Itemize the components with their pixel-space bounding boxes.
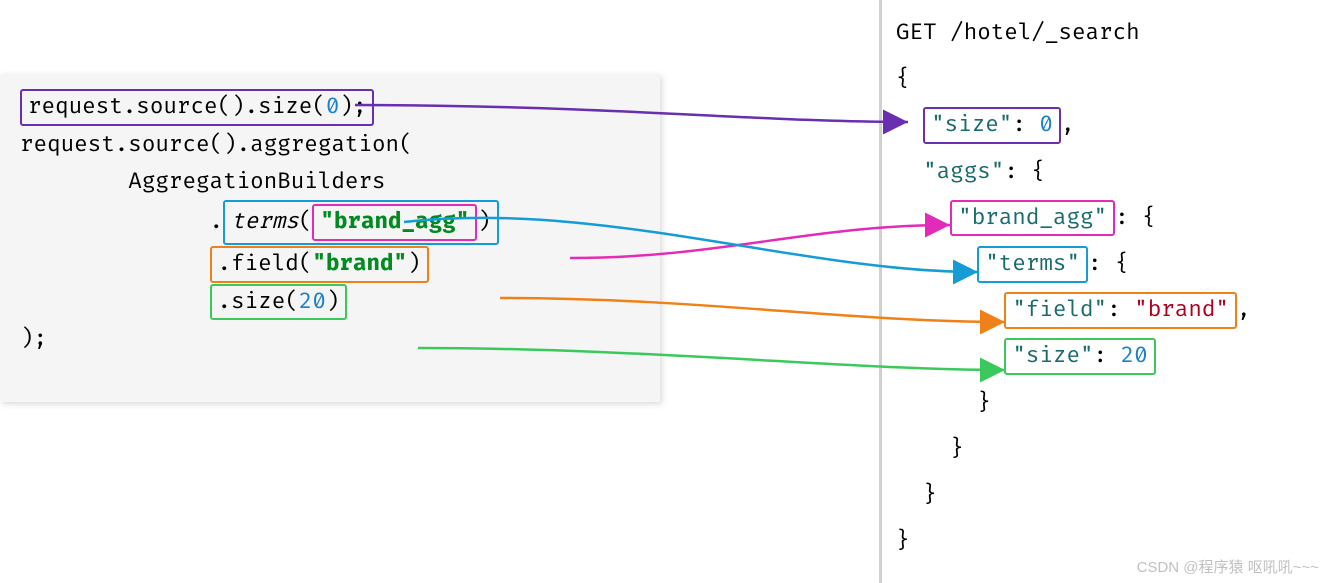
json-field-box: "field": "brand" <box>1004 292 1237 329</box>
java-terms-box: terms("brand_agg") <box>223 200 499 245</box>
java-code-panel: request.source().size(0); request.source… <box>0 74 660 402</box>
java-field-box: .field("brand") <box>210 246 429 283</box>
json-size20-box: "size": 20 <box>1004 338 1155 375</box>
code-line-field: .field("brand") <box>20 245 640 283</box>
code-line-size20: .size(20) <box>20 283 640 321</box>
json-brand-line: "brand_agg": { <box>896 195 1313 241</box>
code-line-builders: AggregationBuilders <box>20 163 640 200</box>
code-line-agg: request.source().aggregation( <box>20 126 640 163</box>
json-aggs-line: "aggs": { <box>896 149 1313 195</box>
code-line-terms: .terms("brand_agg") <box>20 200 640 245</box>
json-terms-line: "terms": { <box>896 241 1313 287</box>
json-query-panel: GET /hotel/_search { "size": 0, "aggs": … <box>879 0 1327 583</box>
json-terms-box: "terms" <box>977 246 1088 283</box>
json-size20-line: "size": 20 <box>896 333 1313 379</box>
json-field-line: "field": "brand", <box>896 287 1313 333</box>
code-line-close: ); <box>20 320 640 357</box>
json-brandagg-box: "brand_agg" <box>950 200 1115 237</box>
java-size-box: request.source().size(0); <box>20 89 374 126</box>
json-size-line: "size": 0, <box>896 102 1313 148</box>
code-line-size: request.source().size(0); <box>20 88 640 126</box>
java-size20-box: .size(20) <box>210 284 348 321</box>
java-brandagg-box: "brand_agg" <box>312 204 477 241</box>
watermark: CSDN @程序猿 呕吼吼~~~ <box>1137 556 1319 577</box>
json-open: { <box>896 56 1313 102</box>
json-size-box: "size": 0 <box>923 107 1061 144</box>
json-get: GET /hotel/_search <box>896 10 1313 56</box>
